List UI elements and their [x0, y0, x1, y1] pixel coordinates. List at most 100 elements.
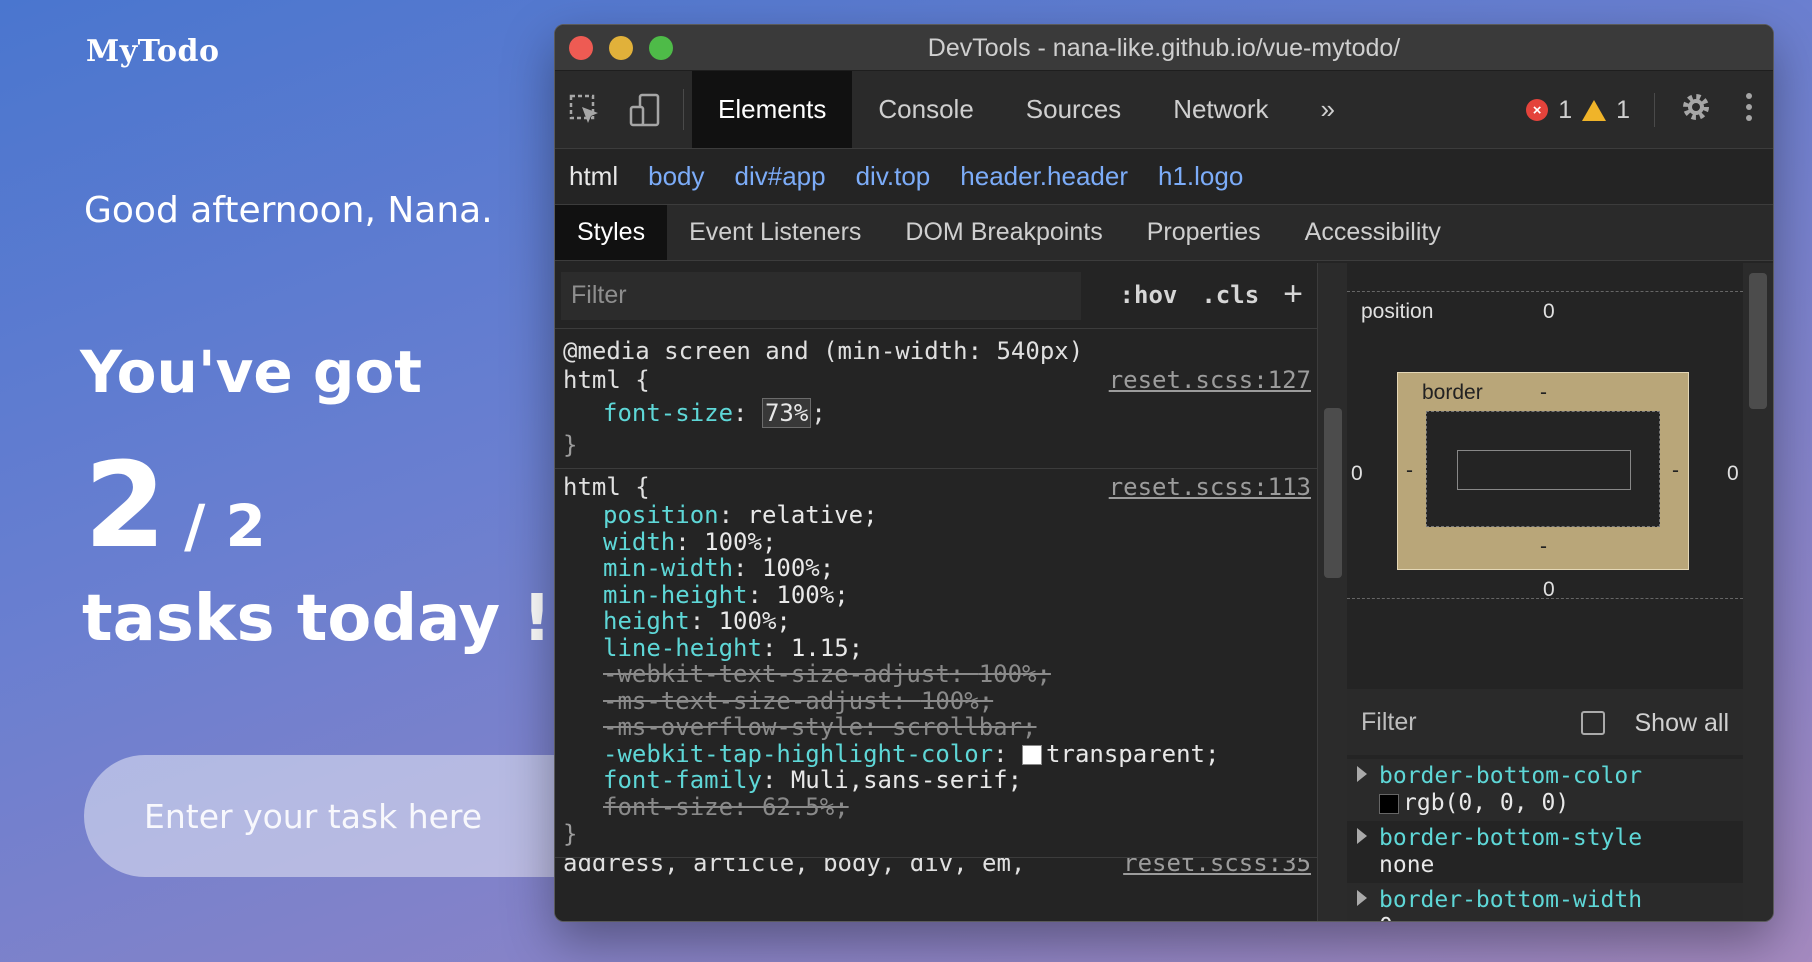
tab-properties[interactable]: Properties [1125, 205, 1283, 260]
tab-console[interactable]: Console [852, 71, 999, 148]
css-declaration-overridden[interactable]: font-size: 62.5%; [563, 793, 1311, 821]
styles-scrollbar[interactable] [1317, 263, 1347, 921]
css-value[interactable]: 100%; [762, 554, 834, 582]
color-swatch[interactable] [1022, 744, 1043, 765]
show-all-label[interactable]: Show all [1635, 709, 1730, 738]
css-property[interactable]: position [603, 501, 719, 529]
computed-item[interactable]: border-bottom-style none [1347, 821, 1743, 883]
css-declaration[interactable]: min-width: 100%; [563, 555, 1311, 582]
css-declaration[interactable]: height: 100%; [563, 608, 1311, 635]
position-left-value[interactable]: 0 [1351, 462, 1363, 486]
hov-toggle[interactable]: :hov [1120, 281, 1178, 309]
computed-filter-input[interactable]: Filter [1361, 708, 1417, 737]
expand-triangle-icon[interactable] [1357, 828, 1367, 844]
breadcrumb-h1-logo[interactable]: h1.logo [1158, 161, 1243, 192]
css-value[interactable]: relative; [748, 501, 878, 529]
css-property[interactable]: min-height [603, 581, 748, 609]
css-declaration[interactable]: position: relative; [563, 502, 1311, 529]
expand-triangle-icon[interactable] [1357, 890, 1367, 906]
content-box[interactable] [1457, 450, 1631, 490]
css-property[interactable]: font-family [603, 766, 762, 794]
css-property[interactable]: -ms-overflow-style [603, 713, 863, 741]
css-declaration-overridden[interactable]: -ms-overflow-style: scrollbar; [563, 714, 1311, 741]
css-property[interactable]: -webkit-text-size-adjust [603, 660, 950, 688]
breadcrumb-div-top[interactable]: div.top [856, 161, 931, 192]
css-value[interactable]: 100%; [719, 607, 791, 635]
tab-sources[interactable]: Sources [1000, 71, 1147, 148]
computed-scrollbar[interactable] [1743, 263, 1773, 921]
css-property[interactable]: min-width [603, 554, 733, 582]
scrollbar-thumb[interactable] [1324, 408, 1342, 578]
position-bottom-value[interactable]: 0 [1543, 578, 1555, 602]
css-declaration[interactable]: width: 100%; [563, 528, 1311, 556]
css-value[interactable]: 100%; [776, 581, 848, 609]
breadcrumb-body[interactable]: body [648, 161, 704, 192]
border-bottom-value[interactable]: - [1540, 535, 1547, 559]
border-left-value[interactable]: - [1406, 459, 1413, 483]
error-icon[interactable]: × [1526, 99, 1549, 121]
css-declaration[interactable]: min-height: 100%; [563, 581, 1311, 609]
rule-source-link[interactable]: reset.scss:35 [1123, 858, 1311, 878]
expand-triangle-icon[interactable] [1357, 766, 1367, 782]
css-value[interactable]: 1.15; [791, 634, 863, 662]
padding-box[interactable] [1426, 411, 1660, 527]
css-declaration[interactable]: -webkit-tap-highlight-color: transparent… [563, 740, 1311, 768]
inspect-element-icon[interactable] [555, 71, 615, 148]
cls-toggle[interactable]: .cls [1201, 281, 1259, 309]
tab-dom-breakpoints[interactable]: DOM Breakpoints [883, 205, 1124, 260]
css-value[interactable]: scrollbar; [892, 713, 1037, 741]
breadcrumb-html[interactable]: html [569, 161, 618, 192]
css-value-editing[interactable]: 73% [761, 398, 812, 428]
tab-elements[interactable]: Elements [692, 71, 853, 148]
css-value[interactable]: 100%; [979, 660, 1051, 688]
styles-filter-input[interactable] [561, 271, 1081, 320]
rule-source-link[interactable]: reset.scss:127 [1109, 366, 1311, 395]
css-value[interactable]: Muli,sans-serif; [791, 766, 1022, 794]
css-property[interactable]: font-size [603, 399, 733, 427]
warning-icon[interactable] [1582, 99, 1607, 121]
rule-source-link[interactable]: reset.scss:113 [1109, 473, 1311, 502]
css-value[interactable]: 100%; [921, 687, 993, 715]
selector-text[interactable]: html { [563, 366, 650, 394]
breadcrumb-header[interactable]: header.header [960, 161, 1128, 192]
show-all-checkbox[interactable] [1581, 711, 1605, 735]
css-property[interactable]: height [603, 607, 690, 635]
new-rule-button[interactable]: + [1283, 275, 1303, 314]
css-declaration-overridden[interactable]: -webkit-text-size-adjust: 100%; [563, 661, 1311, 688]
css-value[interactable]: transparent; [1046, 740, 1219, 768]
color-swatch[interactable] [1379, 793, 1399, 814]
tab-accessibility[interactable]: Accessibility [1283, 205, 1463, 260]
error-count[interactable]: 1 [1558, 96, 1572, 125]
computed-property: border-bottom-style [1379, 825, 1643, 851]
css-property[interactable]: line-height [603, 634, 762, 662]
position-top-value[interactable]: 0 [1543, 300, 1555, 324]
css-property[interactable]: -ms-text-size-adjust [603, 687, 892, 715]
computed-item[interactable]: border-bottom-width 0px [1347, 883, 1743, 921]
app-logo[interactable]: MyTodo [86, 34, 220, 69]
css-property[interactable]: font-size [603, 793, 733, 821]
css-value[interactable]: 100%; [704, 528, 776, 556]
border-right-value[interactable]: - [1672, 459, 1679, 483]
tab-event-listeners[interactable]: Event Listeners [667, 205, 883, 260]
css-property[interactable]: -webkit-tap-highlight-color [603, 740, 993, 768]
css-declaration[interactable]: font-family: Muli,sans-serif; [563, 767, 1311, 794]
css-rule-html: html { reset.scss:113 position: relative… [555, 469, 1317, 858]
tab-styles[interactable]: Styles [555, 205, 668, 260]
breadcrumb-div-app[interactable]: div#app [735, 161, 826, 192]
css-property[interactable]: width [603, 528, 675, 556]
scrollbar-thumb[interactable] [1749, 273, 1767, 409]
position-right-value[interactable]: 0 [1727, 462, 1739, 486]
border-box[interactable]: border - - - - [1397, 372, 1689, 570]
settings-gear-icon[interactable] [1679, 90, 1713, 131]
computed-item[interactable]: border-bottom-color rgb(0, 0, 0) [1347, 759, 1743, 821]
css-value[interactable]: 62.5%; [762, 793, 849, 821]
css-declaration-overridden[interactable]: -ms-text-size-adjust: 100%; [563, 687, 1311, 715]
tab-network[interactable]: Network [1147, 71, 1294, 148]
device-toolbar-icon[interactable] [615, 71, 675, 148]
css-declaration[interactable]: line-height: 1.15; [563, 634, 1311, 662]
warning-count[interactable]: 1 [1616, 96, 1630, 125]
more-tabs-button[interactable]: » [1295, 71, 1361, 148]
css-declaration[interactable]: font-size: 73%; [563, 395, 1311, 431]
more-options-icon[interactable] [1745, 92, 1753, 129]
border-top-value[interactable]: - [1540, 381, 1547, 405]
